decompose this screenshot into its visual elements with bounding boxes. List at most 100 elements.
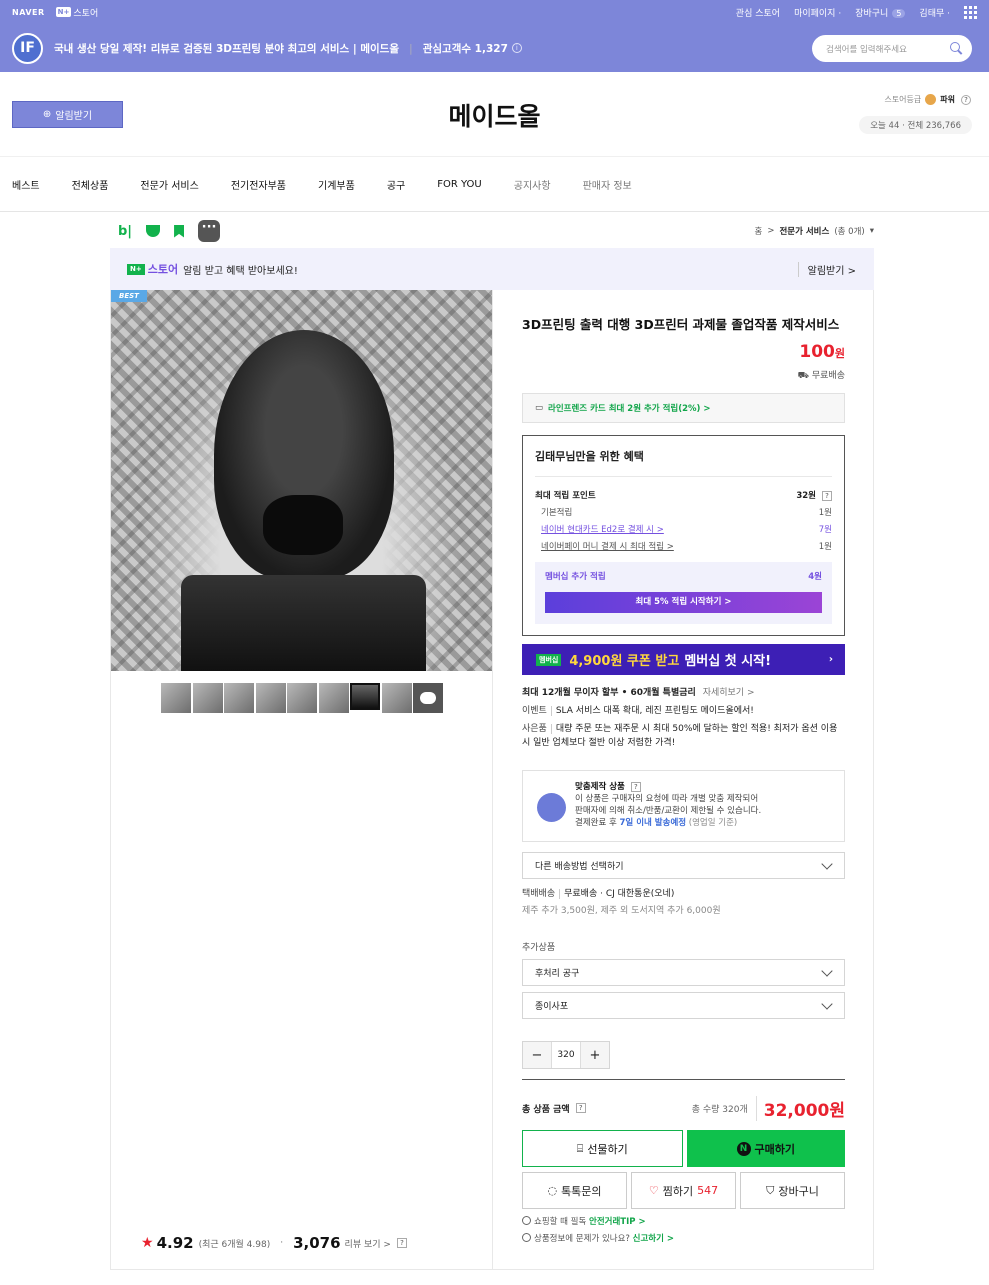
nplus-label: 스토어 bbox=[73, 8, 99, 19]
max-points-value: 32원 bbox=[796, 491, 816, 501]
breadcrumb-home[interactable]: 홈 bbox=[754, 225, 762, 237]
search-icon[interactable] bbox=[950, 42, 960, 52]
gift-button-label: 선물하기 bbox=[587, 1142, 628, 1156]
plus-button[interactable]: + bbox=[581, 1048, 609, 1063]
membership-coupon-banner[interactable]: 멤버십 4,900원 쿠폰 받고 멤버십 첫 시작! › bbox=[522, 644, 845, 675]
favorite-stores-link[interactable]: 관심 스토어 bbox=[736, 6, 780, 19]
buy-button[interactable]: N 구매하기 bbox=[686, 1130, 845, 1167]
coupon-highlight: 4,900원 쿠폰 받고 bbox=[569, 654, 680, 669]
thumbnail[interactable] bbox=[255, 683, 286, 713]
bookmark-icon[interactable] bbox=[174, 224, 185, 238]
thumbnail[interactable] bbox=[287, 683, 317, 713]
review-link[interactable]: 리뷰 보기 > bbox=[345, 1237, 391, 1250]
visitors-today: 오늘 44 bbox=[870, 121, 900, 131]
help-icon[interactable]: ? bbox=[575, 1103, 586, 1113]
user-name: 김태무 bbox=[919, 8, 945, 19]
card-promo-text: 라인프렌즈 카드 최대 2원 추가 적립(2%) > bbox=[548, 404, 711, 414]
benefit-box: 김태무님만을 위한 혜택 최대 적립 포인트 32원? 기본적립 1원 네이버 현대… bbox=[522, 435, 845, 636]
cart-link[interactable]: 장바구니 5 bbox=[855, 6, 906, 19]
cart-button[interactable]: ⛉ 장바구니 bbox=[740, 1172, 845, 1209]
thumbnail-more[interactable] bbox=[413, 683, 443, 713]
info-icon bbox=[522, 1233, 531, 1242]
best-badge: BEST bbox=[111, 290, 147, 302]
nav-seller-info[interactable]: 판매자 정보 bbox=[583, 177, 632, 192]
points-label: 기본적립 bbox=[541, 508, 573, 518]
chat-icon: ◌ bbox=[547, 1184, 558, 1197]
custom-title: 맞춤제작 상품 bbox=[575, 782, 625, 792]
hyundai-card-link[interactable]: 네이버 현대카드 Ed2로 결제 시 > bbox=[541, 523, 664, 535]
membership-value: 4원 bbox=[808, 572, 822, 582]
info-icon[interactable]: i bbox=[511, 43, 522, 53]
delivery-select-label: 다른 배송방법 선택하기 bbox=[535, 862, 624, 872]
more-icon[interactable]: ··· bbox=[198, 220, 221, 242]
delivery-desc: 무료배송 · CJ 대한통운(오네) bbox=[564, 889, 675, 899]
help-icon[interactable]: ? bbox=[396, 1238, 407, 1248]
nav-mechanical[interactable]: 기계부품 bbox=[318, 177, 355, 192]
mypage-link[interactable]: 마이페이지 · bbox=[794, 6, 841, 19]
nav-all-products[interactable]: 전체상품 bbox=[72, 177, 109, 192]
notice-alarm-link[interactable]: 알림받기 > bbox=[797, 261, 856, 277]
npay-money-link[interactable]: 네이버페이 머니 결제 시 최대 적립 > bbox=[541, 540, 674, 552]
addon-select-tools[interactable]: 후처리 공구 bbox=[522, 959, 845, 986]
product-main-image[interactable]: BEST bbox=[111, 290, 492, 671]
store-name[interactable]: 메이드올 bbox=[0, 97, 989, 133]
thumbnail[interactable] bbox=[192, 683, 223, 713]
dropdown-icon[interactable]: ▾ bbox=[870, 226, 874, 236]
quantity-input[interactable]: 320 bbox=[551, 1042, 581, 1068]
chevron-right-icon: › bbox=[828, 654, 833, 665]
nav-electronics[interactable]: 전기전자부품 bbox=[231, 177, 286, 192]
breadcrumb-current[interactable]: 전문가 서비스 bbox=[779, 225, 829, 237]
secondary-buttons: ◌ 톡톡문의 ♡ 찜하기 547 ⛉ 장바구니 bbox=[522, 1172, 845, 1209]
help-icon[interactable]: ? bbox=[822, 491, 832, 501]
thumbnail[interactable] bbox=[318, 683, 349, 713]
notice-brand: 스토어 bbox=[147, 263, 179, 276]
addon-option-label: 후처리 공구 bbox=[535, 969, 580, 979]
naver-logo[interactable]: NAVER bbox=[12, 8, 45, 17]
product-title: 3D프린팅 출력 대행 3D프린터 과제물 졸업작품 제작서비스 bbox=[522, 317, 840, 332]
nav-expert-service[interactable]: 전문가 서비스 bbox=[140, 177, 198, 192]
membership-start-button[interactable]: 최대 5% 적립 시작하기 > bbox=[545, 592, 822, 613]
thumbnail[interactable] bbox=[161, 683, 191, 713]
gift-button[interactable]: ⌸ 선물하기 bbox=[522, 1130, 683, 1167]
nav-best[interactable]: 베스트 bbox=[12, 177, 40, 192]
wish-count: 547 bbox=[697, 1184, 719, 1197]
addon-option-label: 종이사포 bbox=[535, 1002, 569, 1012]
search-placeholder: 검색어를 입력해주세요 bbox=[826, 44, 907, 55]
help-icon[interactable]: ? bbox=[630, 782, 641, 792]
truck-icon: ⛟ bbox=[797, 371, 809, 381]
nav-notice[interactable]: 공지사항 bbox=[514, 177, 551, 192]
separator: | bbox=[409, 41, 413, 55]
addon-select-sandpaper[interactable]: 종이사포 bbox=[522, 992, 845, 1019]
points-row: 기본적립 1원 bbox=[535, 506, 832, 518]
max-points-row: 최대 적립 포인트 32원? bbox=[535, 489, 832, 501]
wish-button[interactable]: ♡ 찜하기 547 bbox=[631, 1172, 736, 1209]
medal-icon bbox=[925, 94, 937, 105]
search-input[interactable]: 검색어를 입력해주세요 bbox=[812, 35, 972, 62]
app-grid-icon[interactable] bbox=[964, 5, 977, 19]
nav-for-you[interactable]: FOR YOU bbox=[437, 179, 482, 190]
cafe-icon[interactable] bbox=[146, 225, 161, 237]
nav-tools[interactable]: 공구 bbox=[387, 177, 405, 192]
store-logo[interactable]: IF bbox=[12, 32, 43, 64]
card-promo[interactable]: ▭ 라인프렌즈 카드 최대 2원 추가 적립(2%) > bbox=[522, 393, 845, 423]
delivery-method-select[interactable]: 다른 배송방법 선택하기 bbox=[522, 852, 845, 879]
nplus-store-link[interactable]: N+ 스토어 bbox=[55, 6, 99, 19]
installment-more-link[interactable]: 자세히보기 > bbox=[703, 688, 755, 698]
thumbnail-selected[interactable] bbox=[350, 683, 380, 710]
minus-button[interactable]: − bbox=[523, 1048, 551, 1063]
help-icon[interactable]: ? bbox=[961, 94, 971, 105]
report-link[interactable]: 신고하기 > bbox=[633, 1234, 674, 1244]
talk-inquiry-button[interactable]: ◌ 톡톡문의 bbox=[522, 1172, 627, 1209]
thumbnail[interactable] bbox=[224, 683, 254, 713]
thumbnail[interactable] bbox=[381, 683, 412, 713]
coupon-rest: 멤버십 첫 시작! bbox=[684, 654, 772, 669]
installment-info: 최대 12개월 무이자 할부 • 60개월 특별금리 자세히보기 > bbox=[522, 686, 845, 700]
purchase-buttons: ⌸ 선물하기 N 구매하기 bbox=[522, 1130, 845, 1167]
column-divider bbox=[492, 290, 493, 1270]
safety-tip-link[interactable]: 안전거래TIP > bbox=[589, 1217, 646, 1227]
max-points-label: 최대 적립 포인트 bbox=[535, 491, 596, 501]
blog-icon[interactable]: b| bbox=[118, 224, 132, 239]
star-icon: ★ bbox=[141, 1235, 154, 1251]
thumbnail-strip bbox=[161, 683, 443, 713]
user-menu[interactable]: 김태무 · bbox=[919, 6, 950, 19]
